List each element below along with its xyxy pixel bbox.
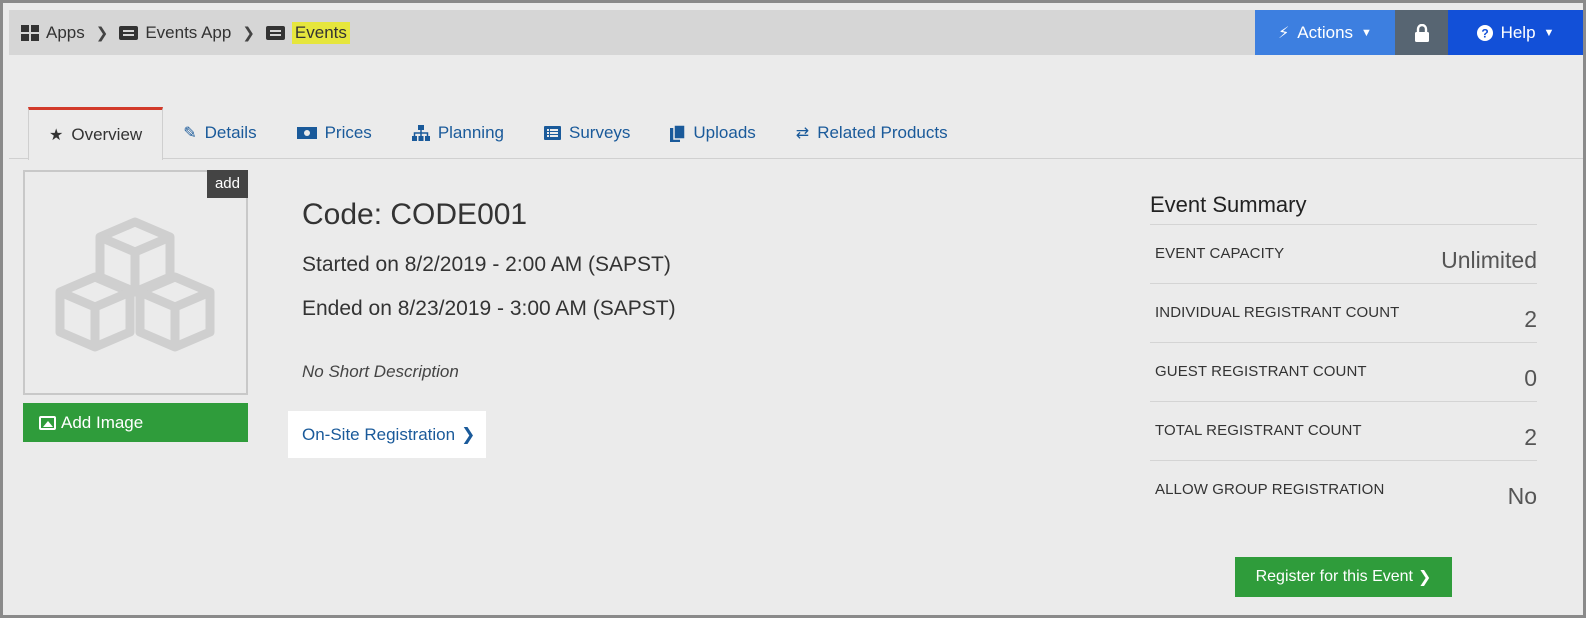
tab-label: Related Products [817, 123, 948, 142]
files-icon [670, 124, 686, 142]
svg-text:?: ? [1481, 26, 1488, 40]
onsite-label: On-Site Registration [302, 424, 456, 444]
summary-row: INDIVIDUAL REGISTRANT COUNT 2 [1150, 283, 1537, 342]
chevron-right-icon: ❯ [461, 424, 476, 444]
tab-related-products[interactable]: ⇄ Related Products [776, 107, 968, 159]
summary-row: EVENT CAPACITY Unlimited [1150, 224, 1537, 283]
help-button[interactable]: ? Help ▼ [1448, 10, 1583, 55]
add-image-tag[interactable]: add [206, 170, 248, 198]
tab-surveys[interactable]: Surveys [524, 107, 650, 159]
short-description: No Short Description [302, 362, 459, 381]
ticket-icon [265, 25, 285, 40]
summary-row: TOTAL REGISTRANT COUNT 2 [1150, 401, 1537, 460]
retweet-icon: ⇄ [795, 125, 810, 142]
summary-value: No [1507, 483, 1537, 509]
tab-details[interactable]: ✎ Details [163, 107, 276, 159]
lock-button[interactable] [1395, 10, 1448, 55]
breadcrumb-label: Apps [46, 22, 85, 42]
summary-value: Unlimited [1441, 247, 1537, 273]
onsite-registration-button[interactable]: On-Site Registration ❯ [288, 411, 486, 458]
event-end: Ended on 8/23/2019 - 3:00 AM (SAPST) [302, 297, 676, 320]
help-label: Help [1500, 22, 1536, 42]
edit-icon: ✎ [183, 125, 197, 142]
breadcrumb-events: Events [265, 21, 350, 44]
tab-bar: ★ Overview ✎ Details Prices Planning Sur… [28, 107, 968, 160]
chevron-down-icon: ▼ [1361, 26, 1372, 39]
event-start: Started on 8/2/2019 - 2:00 AM (SAPST) [302, 253, 671, 276]
image-icon [39, 415, 56, 430]
breadcrumb-label: Events App [145, 22, 232, 42]
summary-label: ALLOW GROUP REGISTRATION [1155, 481, 1385, 498]
summary-row: GUEST REGISTRANT COUNT 0 [1150, 342, 1537, 401]
tab-label: Surveys [568, 123, 631, 142]
tab-overview[interactable]: ★ Overview [28, 107, 164, 160]
event-summary-table: EVENT CAPACITY Unlimited INDIVIDUAL REGI… [1150, 224, 1537, 519]
tab-label: Uploads [693, 123, 756, 142]
chevron-right-icon: ❯ [1418, 569, 1432, 586]
tab-prices[interactable]: Prices [277, 107, 392, 159]
tab-uploads[interactable]: Uploads [650, 107, 775, 159]
sitemap-icon [411, 125, 430, 141]
lock-icon [1414, 23, 1429, 42]
event-summary-title: Event Summary [1150, 192, 1307, 217]
breadcrumb-events-app[interactable]: Events App [119, 23, 231, 43]
chevron-down-icon: ▼ [1543, 26, 1555, 39]
summary-label: EVENT CAPACITY [1155, 245, 1285, 262]
money-icon [296, 127, 317, 139]
ticket-icon [119, 25, 139, 40]
top-bar: Apps ❯ Events App ❯ Events ⚡ Actions ▼ ?… [9, 10, 1583, 55]
breadcrumb-current: Events [291, 21, 350, 44]
breadcrumb: Apps ❯ Events App ❯ Events [21, 10, 350, 55]
chevron-right-icon: ❯ [242, 24, 255, 42]
summary-label: INDIVIDUAL REGISTRANT COUNT [1155, 304, 1400, 321]
register-button[interactable]: Register for this Event ❯ [1235, 557, 1452, 597]
add-image-button[interactable]: Add Image [23, 403, 248, 442]
summary-value: 0 [1524, 365, 1537, 391]
summary-value: 2 [1524, 306, 1537, 332]
summary-value: 2 [1524, 424, 1537, 450]
cubes-icon [55, 217, 215, 352]
bolt-icon: ⚡ [1278, 24, 1290, 42]
tab-label: Planning [437, 123, 504, 142]
actions-label: Actions [1297, 22, 1354, 42]
grid-icon [21, 24, 39, 41]
summary-row: ALLOW GROUP REGISTRATION No [1150, 460, 1537, 519]
event-image-placeholder: add [23, 170, 248, 395]
tab-planning[interactable]: Planning [392, 107, 524, 159]
app-frame: Apps ❯ Events App ❯ Events ⚡ Actions ▼ ?… [0, 0, 1586, 618]
event-code: Code: CODE001 [302, 198, 528, 231]
summary-label: GUEST REGISTRANT COUNT [1155, 363, 1367, 380]
tab-label: Overview [71, 125, 143, 144]
register-label: Register for this Event [1255, 568, 1413, 585]
tab-label: Prices [324, 123, 372, 142]
summary-label: TOTAL REGISTRANT COUNT [1155, 422, 1362, 439]
star-icon: ★ [49, 127, 64, 144]
actions-button[interactable]: ⚡ Actions ▼ [1255, 10, 1395, 55]
list-icon [543, 126, 561, 140]
add-image-label: Add Image [61, 412, 144, 432]
breadcrumb-apps[interactable]: Apps [21, 23, 85, 43]
tab-label: Details [204, 123, 257, 142]
chevron-right-icon: ❯ [95, 24, 109, 42]
question-circle-icon: ? [1476, 24, 1493, 41]
